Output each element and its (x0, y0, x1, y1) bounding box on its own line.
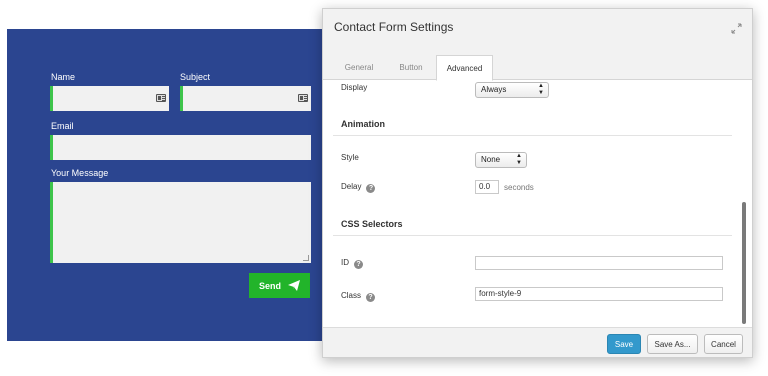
save-button[interactable]: Save (607, 334, 641, 354)
id-input[interactable] (475, 256, 723, 270)
tab-general[interactable]: General (334, 55, 384, 80)
class-label: Class? (341, 291, 376, 302)
delay-label-text: Delay (341, 182, 362, 191)
send-button-label: Send (258, 280, 281, 291)
name-label: Name (51, 72, 76, 82)
style-select-value: None (481, 155, 501, 164)
delay-input[interactable]: 0.0 (475, 180, 499, 194)
email-label: Email (51, 121, 74, 131)
send-button[interactable]: Send (249, 273, 310, 298)
subject-label: Subject (180, 72, 211, 82)
expand-icon[interactable] (731, 23, 742, 34)
contact-card-icon (298, 94, 308, 102)
screen: Name Subject Email Your Message Send Con… (0, 0, 768, 376)
id-label-text: ID (341, 258, 349, 267)
help-icon[interactable]: ? (366, 184, 376, 193)
message-label: Your Message (51, 168, 109, 178)
email-field[interactable] (50, 135, 311, 160)
contact-card-icon (156, 94, 166, 102)
save-as-button[interactable]: Save As... (647, 334, 698, 354)
style-label: Style (341, 153, 359, 162)
help-icon[interactable]: ? (354, 260, 363, 269)
divider (333, 235, 732, 236)
name-field[interactable] (50, 86, 169, 111)
css-selectors-heading: CSS Selectors (341, 219, 403, 229)
cancel-button[interactable]: Cancel (704, 334, 743, 354)
dialog-body: Display Always ▲ ▼ Animation Style None ▲… (323, 81, 752, 335)
tab-advanced[interactable]: Advanced (436, 55, 493, 81)
animation-heading: Animation (341, 119, 385, 129)
message-textarea[interactable] (50, 182, 311, 263)
class-input[interactable]: form-style-9 (475, 287, 723, 301)
display-select[interactable]: Always ▲ ▼ (475, 82, 549, 98)
scrollbar[interactable] (742, 202, 746, 324)
dialog-title: Contact Form Settings (334, 20, 454, 34)
select-arrows-icon: ▲ ▼ (538, 83, 544, 96)
subject-field[interactable] (180, 86, 311, 111)
resize-handle-icon[interactable] (303, 255, 309, 261)
style-select[interactable]: None ▲ ▼ (475, 152, 527, 168)
tab-button[interactable]: Button (386, 55, 436, 80)
paper-plane-icon (288, 280, 300, 291)
id-label: ID? (341, 258, 363, 269)
delay-label: Delay? (341, 182, 376, 193)
contact-form-preview: Name Subject Email Your Message Send (7, 29, 337, 341)
display-select-value: Always (481, 85, 507, 94)
class-label-text: Class (341, 291, 362, 300)
dialog-footer: Save Save As... Cancel (323, 327, 752, 357)
display-label: Display (341, 83, 368, 92)
tab-bar: General Button Advanced (323, 49, 752, 81)
delay-unit: seconds (504, 183, 534, 192)
help-icon[interactable]: ? (366, 293, 376, 302)
dialog-header: Contact Form Settings (323, 9, 752, 49)
select-arrows-icon: ▲ ▼ (516, 153, 522, 166)
settings-dialog: Contact Form Settings General Button Adv… (322, 8, 753, 358)
divider (333, 135, 732, 136)
